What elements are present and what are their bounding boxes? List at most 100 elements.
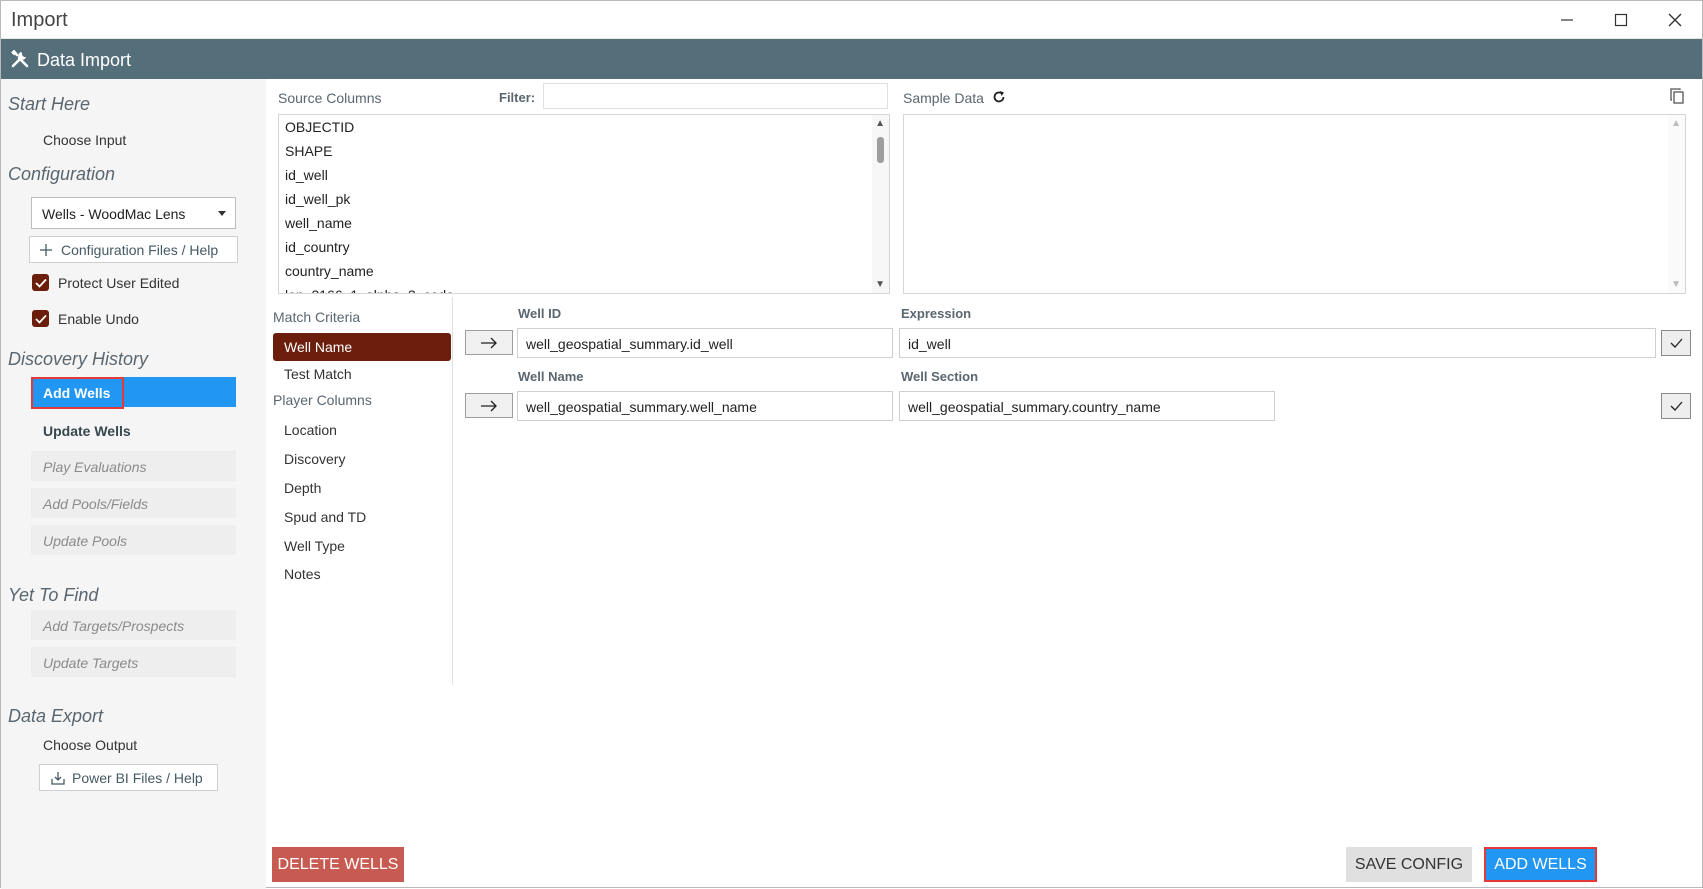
section-discovery-history: Discovery History	[8, 349, 149, 369]
title-bar: Import	[1, 1, 1702, 39]
check-icon	[1670, 338, 1682, 348]
export-icon	[51, 771, 65, 785]
add-wells-button[interactable]: ADD WELLS	[1484, 847, 1597, 882]
enable-undo-label: Enable Undo	[58, 310, 139, 327]
confirm-section-button[interactable]	[1661, 393, 1691, 419]
well-id-label: Well ID	[518, 306, 562, 321]
scroll-up-icon[interactable]: ▲	[875, 118, 885, 129]
add-targets-nav[interactable]: Add Targets/Prospects	[31, 610, 236, 640]
list-item[interactable]: id_country	[279, 235, 889, 259]
configuration-select-value: Wells - WoodMac Lens	[42, 206, 186, 222]
update-wells-nav[interactable]: Update Wells	[31, 415, 236, 445]
scrollbar-thumb[interactable]	[877, 137, 884, 163]
list-item[interactable]: country_name	[279, 259, 889, 283]
power-bi-files-label: Power BI Files / Help	[72, 769, 203, 786]
arrow-right-icon	[481, 400, 497, 411]
well-section-label: Well Section	[901, 369, 979, 384]
depth-tab[interactable]: Depth	[273, 474, 451, 502]
sample-data-label: Sample Data	[903, 90, 984, 106]
section-data-export: Data Export	[8, 706, 104, 726]
well-id-field[interactable]: well_geospatial_summary.id_well	[517, 328, 893, 358]
refresh-icon[interactable]	[992, 90, 1006, 104]
list-item[interactable]: OBJECTID	[279, 115, 889, 139]
save-config-button[interactable]: SAVE CONFIG	[1346, 847, 1472, 882]
list-item[interactable]: SHAPE	[279, 139, 889, 163]
choose-input-link[interactable]: Choose Input	[43, 132, 126, 148]
copy-icon[interactable]	[1670, 88, 1684, 104]
location-tab-label: Location	[284, 422, 337, 438]
tools-icon	[11, 49, 29, 68]
spud-and-td-tab[interactable]: Spud and TD	[273, 503, 451, 531]
delete-wells-button[interactable]: DELETE WELLS	[272, 847, 404, 882]
import-window: Import Data Import Start Here Choose Inp…	[0, 0, 1703, 889]
maximize-icon	[1614, 13, 1628, 27]
choose-output-link[interactable]: Choose Output	[43, 737, 137, 753]
plus-icon	[40, 243, 52, 256]
well-name-field[interactable]: well_geospatial_summary.well_name	[517, 391, 893, 421]
test-match-tab[interactable]: Test Match	[273, 360, 451, 388]
well-type-tab-label: Well Type	[284, 538, 345, 554]
test-match-tab-label: Test Match	[284, 366, 352, 382]
scroll-down-icon[interactable]: ▼	[875, 279, 885, 290]
section-yet-to-find: Yet To Find	[8, 585, 99, 605]
list-item[interactable]: lon_3166_1_alpha_3_code	[279, 283, 889, 293]
close-button[interactable]	[1648, 1, 1702, 39]
section-start-here: Start Here	[8, 94, 91, 114]
play-evaluations-nav-label: Play Evaluations	[43, 459, 147, 475]
map-well-id-button[interactable]	[465, 330, 513, 355]
protect-user-edited-label: Protect User Edited	[58, 274, 180, 291]
notes-tab-label: Notes	[284, 566, 321, 582]
checkbox-checked-icon	[32, 274, 49, 291]
well-type-tab[interactable]: Well Type	[273, 532, 451, 560]
window-title: Import	[11, 9, 68, 31]
filter-input[interactable]	[543, 83, 888, 109]
expression-field[interactable]: id_well	[899, 328, 1656, 358]
power-bi-files-button[interactable]: Power BI Files / Help	[39, 764, 218, 791]
selection-highlight	[31, 377, 124, 409]
configuration-select[interactable]: Wells - WoodMac Lens	[31, 197, 236, 229]
well-name-tab-label: Well Name	[284, 339, 353, 355]
configuration-files-label: Configuration Files / Help	[61, 241, 219, 258]
well-name-tab[interactable]: Well Name	[273, 333, 451, 361]
list-item[interactable]: well_name	[279, 211, 889, 235]
minimize-icon	[1561, 19, 1573, 21]
add-pools-fields-nav[interactable]: Add Pools/Fields	[31, 488, 236, 518]
list-item[interactable]: id_well	[279, 163, 889, 187]
play-evaluations-nav[interactable]: Play Evaluations	[31, 451, 236, 481]
scroll-up-icon[interactable]: ▲	[1671, 118, 1681, 129]
maximize-button[interactable]	[1594, 1, 1648, 39]
sample-data-box[interactable]: ▲ ▼	[903, 114, 1686, 294]
discovery-tab-label: Discovery	[284, 451, 346, 467]
well-section-field[interactable]: well_geospatial_summary.country_name	[899, 391, 1275, 421]
source-list-scrollbar[interactable]: ▲ ▼	[872, 115, 889, 293]
depth-tab-label: Depth	[284, 480, 322, 496]
header-title: Data Import	[37, 50, 132, 70]
update-pools-nav[interactable]: Update Pools	[31, 525, 236, 555]
source-columns-list[interactable]: OBJECTID SHAPE id_well id_well_pk well_n…	[278, 114, 890, 294]
notes-tab[interactable]: Notes	[273, 560, 451, 588]
map-well-name-button[interactable]	[465, 393, 513, 418]
discovery-tab[interactable]: Discovery	[273, 445, 451, 473]
app-header: Data Import	[1, 39, 1702, 79]
match-criteria-heading: Match Criteria	[273, 309, 361, 325]
chevron-down-icon	[218, 211, 226, 216]
update-targets-nav-label: Update Targets	[43, 655, 139, 671]
scroll-down-icon[interactable]: ▼	[1671, 279, 1681, 290]
spud-and-td-tab-label: Spud and TD	[284, 509, 367, 525]
criteria-nav: Match Criteria Well Name Test Match Play…	[266, 297, 453, 685]
arrow-right-icon	[481, 337, 497, 348]
list-item[interactable]: id_well_pk	[279, 187, 889, 211]
minimize-button[interactable]	[1540, 1, 1594, 39]
section-configuration: Configuration	[8, 164, 116, 184]
enable-undo-checkbox[interactable]: Enable Undo	[32, 310, 139, 327]
location-tab[interactable]: Location	[273, 416, 451, 444]
sidebar: Start Here Choose Input Configuration We…	[1, 79, 266, 889]
add-targets-nav-label: Add Targets/Prospects	[43, 618, 185, 634]
update-targets-nav[interactable]: Update Targets	[31, 647, 236, 677]
protect-user-edited-checkbox[interactable]: Protect User Edited	[32, 274, 179, 291]
checkbox-checked-icon	[32, 310, 49, 327]
confirm-expression-button[interactable]	[1661, 330, 1691, 356]
sample-data-scrollbar[interactable]: ▲ ▼	[1668, 115, 1685, 293]
configuration-files-button[interactable]: Configuration Files / Help	[29, 236, 238, 263]
add-wells-nav[interactable]: Add Wells	[31, 377, 236, 409]
